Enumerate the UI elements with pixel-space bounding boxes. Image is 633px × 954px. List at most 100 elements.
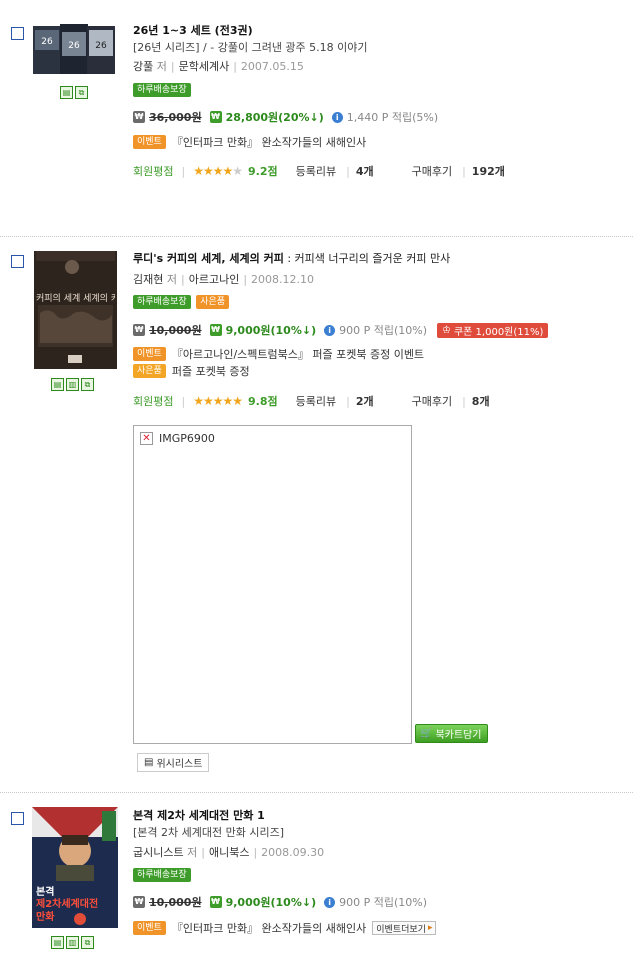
book-title-item1[interactable]: 26년 1~3 세트 (전3권) <box>133 22 253 38</box>
won-icon: ₩ <box>209 896 222 908</box>
publisher[interactable]: 문학세계사 <box>179 60 230 73</box>
buy-review-label[interactable]: 구매후기 <box>412 163 452 179</box>
author-name[interactable]: 강풀 <box>133 60 153 73</box>
cover-title-text: 커피의 세계 세계의 커피 <box>36 294 115 304</box>
image-alt-text: IMGP6900 <box>159 432 215 445</box>
series-info-item3[interactable]: [본격 2차 세계대전 만화 시리즈] <box>133 824 284 840</box>
buy-review-count[interactable]: 8개 <box>472 393 490 409</box>
fast-delivery-badge: 하루배송보장 <box>133 868 191 882</box>
wishlist-button[interactable]: ▤ 위시리스트 <box>137 753 210 772</box>
broken-image-icon: ✕ <box>140 432 153 445</box>
publish-date: 2008.12.10 <box>251 273 315 286</box>
author-line-item3: 굽시니스트 저 | 애니북스 | 2008.09.30 <box>133 846 325 859</box>
rating-score: 9.2점 <box>248 165 278 178</box>
author-label: 저 <box>166 273 177 286</box>
event-text[interactable]: 『인터파크 만화』 완소작가들의 새해인사 <box>172 920 366 936</box>
book-title-item2[interactable]: 루디's 커피의 세계, 세계의 커피 : 커피색 너구리의 즐거운 커피 만사 <box>133 250 450 266</box>
author-name[interactable]: 굽시니스트 <box>133 846 184 859</box>
star-rating: ★★★★★ <box>193 164 243 178</box>
author-label: 저 <box>156 60 167 73</box>
svg-text:26: 26 <box>95 41 107 51</box>
fast-delivery-badge: 하루배송보장 <box>133 83 191 97</box>
buy-review-label[interactable]: 구매후기 <box>412 393 452 409</box>
select-checkbox-item1[interactable] <box>11 27 24 40</box>
info-icon[interactable]: i <box>331 111 343 123</box>
author-label: 저 <box>187 846 198 859</box>
read-icon[interactable]: ▥ <box>66 378 79 391</box>
item-divider <box>0 236 633 237</box>
price-line-item1: ₩ 36,000원 ₩ 28,800원(20%↓) i 1,440 P 적립(5… <box>133 109 438 125</box>
event-line-item2: 이벤트 『아르고나인/스펙트럼북스』 퍼즐 포켓북 증정 이벤트 <box>133 346 424 362</box>
buy-review-count[interactable]: 192개 <box>472 163 505 179</box>
event-text[interactable]: 『아르고나인/스펙트럼북스』 퍼즐 포켓북 증정 이벤트 <box>172 346 424 362</box>
won-icon: ₩ <box>209 111 222 123</box>
review-label[interactable]: 등록리뷰 <box>296 163 336 179</box>
preview-icon[interactable]: ▤ <box>51 378 64 391</box>
won-icon: ₩ <box>133 111 145 123</box>
price-line-item2: ₩ 10,000원 ₩ 9,000원(10%↓) i 900 P 적립(10%)… <box>133 322 549 338</box>
star-rating: ★★★★★ <box>193 394 243 408</box>
won-icon: ₩ <box>133 324 145 336</box>
book-title-item3[interactable]: 본격 제2차 세계대전 만화 1 <box>133 807 265 823</box>
point-info: 1,440 P 적립(5%) <box>346 111 439 124</box>
author-line-item2: 김재현 저 | 아르고나인 | 2008.12.10 <box>133 273 315 286</box>
book-cover-item2[interactable]: 커피의 세계 세계의 커피 <box>34 251 117 369</box>
point-info: 900 P 적립(10%) <box>339 324 427 337</box>
copy-icon[interactable]: ⧉ <box>81 936 94 949</box>
fast-delivery-badge: 하루배송보장 <box>133 295 191 309</box>
review-count[interactable]: 4개 <box>356 163 374 179</box>
won-icon: ₩ <box>133 896 145 908</box>
gift-badge: 사은품 <box>196 295 230 309</box>
broken-image-box: ✕ IMGP6900 <box>133 425 412 744</box>
arrow-right-icon: ▸ <box>427 923 433 933</box>
sale-price: 9,000원(10%↓) <box>225 324 317 337</box>
select-checkbox-item2[interactable] <box>11 255 24 268</box>
cart-icon: 🛒 <box>420 728 433 739</box>
author-name[interactable]: 김재현 <box>133 273 163 286</box>
sale-price: 9,000원(10%↓) <box>225 896 317 909</box>
copy-icon[interactable]: ⧉ <box>81 378 94 391</box>
original-price: 36,000원 <box>149 111 202 124</box>
event-more-button[interactable]: 이벤트더보기 ▸ <box>372 921 437 935</box>
author-line-item1: 강풀 저 | 문학세계사 | 2007.05.15 <box>133 60 304 73</box>
review-label[interactable]: 등록리뷰 <box>296 393 336 409</box>
event-line-item3: 이벤트 『인터파크 만화』 완소작가들의 새해인사 이벤트더보기 ▸ <box>133 920 437 936</box>
coupon-badge[interactable]: ♔ 쿠폰 1,000원(11%) <box>437 322 549 338</box>
event-line-item1: 이벤트 『인터파크 만화』 완소작가들의 새해인사 <box>133 134 366 150</box>
rating-line-item2: 회원평점 | ★★★★★ 9.8점 등록리뷰 | 2개 구매후기 | 8개 <box>133 393 490 409</box>
event-text[interactable]: 『인터파크 만화』 완소작가들의 새해인사 <box>172 134 366 150</box>
gift-line-item2: 사은품 퍼즐 포켓북 증정 <box>133 363 250 379</box>
rating-label: 회원평점 <box>133 395 174 408</box>
info-icon[interactable]: i <box>324 324 336 336</box>
event-badge: 이벤트 <box>133 347 166 361</box>
preview-icon[interactable]: ▤ <box>60 86 73 99</box>
publisher[interactable]: 아르고나인 <box>189 273 240 286</box>
point-info: 900 P 적립(10%) <box>339 896 427 909</box>
document-icon: ▤ <box>144 757 154 768</box>
read-icon[interactable]: ▥ <box>66 936 79 949</box>
svg-text:26: 26 <box>41 37 53 47</box>
crown-icon: ♔ <box>442 324 451 336</box>
book-cover-item1[interactable]: 26 26 26 <box>33 24 115 76</box>
original-price: 10,000원 <box>149 896 202 909</box>
series-info-item1[interactable]: [26년 시리즈] / - 강풀이 그려낸 광주 5.18 이야기 <box>133 39 368 55</box>
publisher[interactable]: 애니북스 <box>209 846 249 859</box>
sale-price: 28,800원(20%↓) <box>225 111 324 124</box>
price-line-item3: ₩ 10,000원 ₩ 9,000원(10%↓) i 900 P 적립(10%) <box>133 894 427 910</box>
review-count[interactable]: 2개 <box>356 393 374 409</box>
event-badge: 이벤트 <box>133 135 166 149</box>
copy-icon[interactable]: ⧉ <box>75 86 88 99</box>
original-price: 10,000원 <box>149 324 202 337</box>
book-cover-item3[interactable]: 본격 제2차세계대전 만화 <box>32 807 118 928</box>
item-divider <box>0 792 633 793</box>
rating-label: 회원평점 <box>133 165 174 178</box>
info-icon[interactable]: i <box>324 896 336 908</box>
add-to-cart-button[interactable]: 🛒 북카트담기 <box>415 724 489 743</box>
preview-icon[interactable]: ▤ <box>51 936 64 949</box>
select-checkbox-item3[interactable] <box>11 812 24 825</box>
gift-text[interactable]: 퍼즐 포켓북 증정 <box>172 363 250 379</box>
event-badge: 이벤트 <box>133 921 166 935</box>
rating-line-item1: 회원평점 | ★★★★★ 9.2점 등록리뷰 | 4개 구매후기 | 192개 <box>133 163 505 179</box>
publish-date: 2008.09.30 <box>261 846 325 859</box>
svg-text:26: 26 <box>68 41 80 51</box>
